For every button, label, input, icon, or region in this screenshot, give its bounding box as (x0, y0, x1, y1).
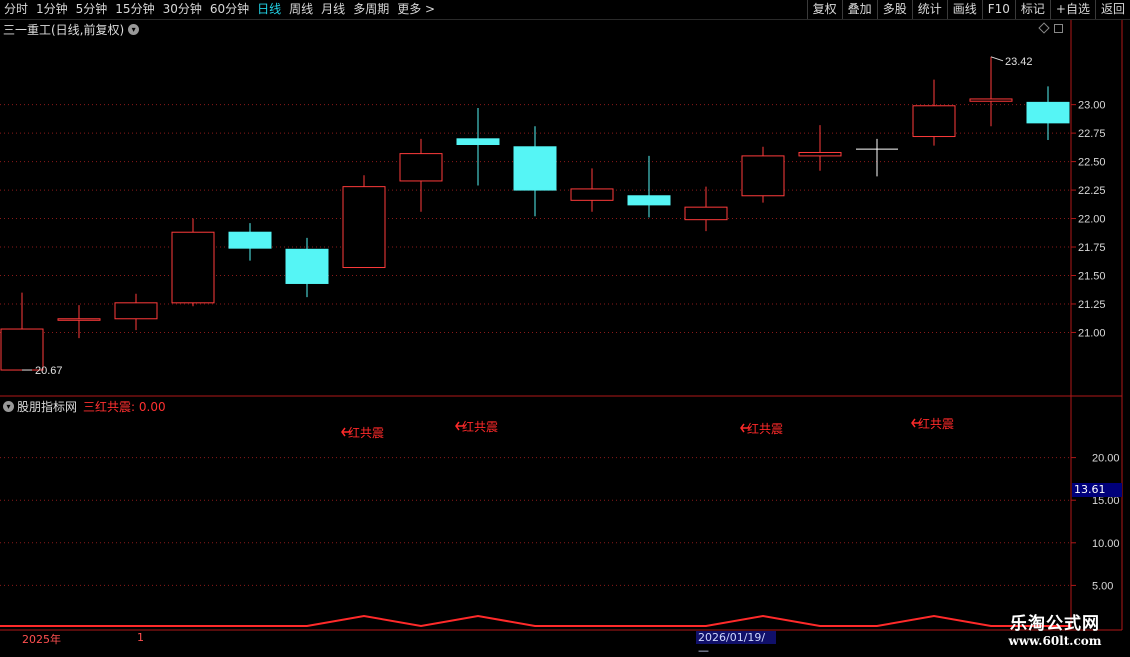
candle-body (798, 151, 842, 157)
price-tick-label: 22.50 (1078, 157, 1106, 169)
signal-line (0, 614, 1071, 628)
signal-label: 红共震 (462, 419, 498, 434)
indicator-header: ▾ 股朋指标网 三红共震: 0.00 (3, 398, 166, 414)
price-tick-label: 22.25 (1078, 185, 1106, 197)
low-price-label: 20.67 (35, 365, 63, 377)
indicator-value-badge: 13.61 (1072, 483, 1122, 497)
indicator-tick-label: 5.00 (1092, 580, 1113, 592)
chart-canvas: 21.00 21.25 21.50 21.75 22.00 22.25 22.50 22.75… (0, 20, 1123, 631)
candle-body (0, 328, 44, 371)
candle-body (741, 155, 785, 197)
indicator-name: 股朋指标网 (17, 399, 78, 414)
high-price-label: 23.42 (1005, 56, 1033, 68)
high-marker-arrow (990, 56, 1004, 62)
price-tick-label: 21.25 (1078, 299, 1106, 311)
price-tick-label: 23.00 (1078, 100, 1106, 112)
watermark-name: 乐淘公式网 (1010, 614, 1100, 634)
price-tick-label: 22.00 (1078, 214, 1106, 226)
date-axis-marker: 1 (137, 631, 144, 644)
candle-body (171, 231, 215, 304)
candle-body (684, 206, 728, 221)
indicator-tick-label: 15.00 (1092, 495, 1120, 507)
date-cursor-label: 2026/01/19/— (696, 631, 776, 657)
signal-label: 红共震 (918, 416, 954, 431)
watermark-url: www.60lt.com (1008, 634, 1102, 648)
price-tick-label: 22.75 (1078, 128, 1106, 140)
price-tick-label: 21.00 (1078, 327, 1106, 339)
date-axis-start: 2025年 (22, 633, 61, 646)
signal-label: 红共震 (747, 421, 783, 436)
price-tick-label: 21.50 (1078, 270, 1106, 282)
candle-body (456, 138, 500, 146)
candle-body (285, 248, 329, 284)
chevron-down-icon[interactable]: ▾ (3, 400, 14, 412)
candle-body (627, 195, 671, 206)
candle-body (570, 188, 614, 201)
candle-body (57, 318, 101, 321)
candle-body (228, 231, 272, 249)
candle-body (1026, 101, 1070, 124)
indicator-tick-label: 10.00 (1092, 538, 1120, 550)
candle-body (513, 146, 557, 191)
candle-body (912, 105, 956, 138)
indicator-tick-label: 20.00 (1092, 453, 1120, 465)
candle-body (969, 98, 1013, 102)
watermark: 乐淘公式网 www.60lt.com (990, 609, 1120, 648)
indicator-series-label: 三红共震: 0.00 (83, 399, 166, 414)
price-tick-label: 21.75 (1078, 242, 1106, 254)
candle-body (114, 302, 158, 320)
candle-body (399, 153, 443, 182)
candle-body (342, 186, 386, 269)
signal-label: 红共震 (348, 425, 384, 440)
